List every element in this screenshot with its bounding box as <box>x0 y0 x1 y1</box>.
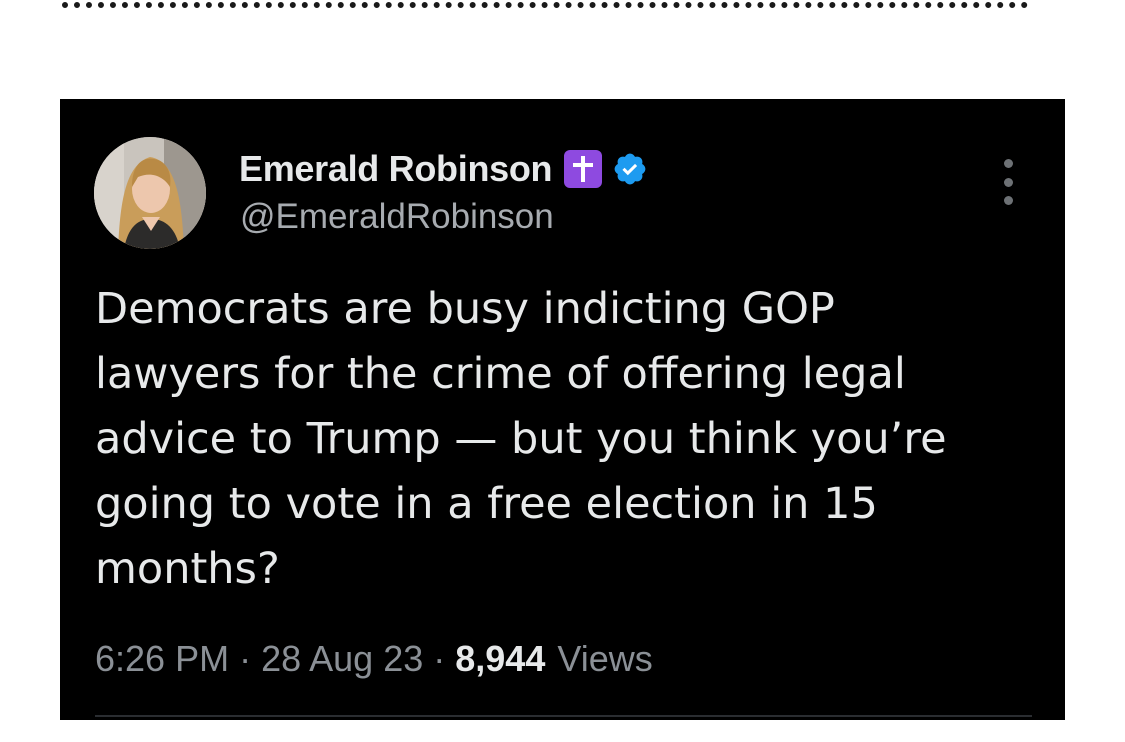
tweet-text-line: Democrats are busy indicting GOP <box>95 284 835 334</box>
meta-separator: · <box>433 638 446 679</box>
avatar[interactable] <box>94 137 206 249</box>
meta-separator: · <box>239 638 252 679</box>
tweet-date[interactable]: 28 Aug 23 <box>261 638 423 680</box>
latin-cross-icon <box>564 150 603 188</box>
author-handle[interactable]: @EmeraldRobinson <box>240 197 554 237</box>
author-display-name[interactable]: Emerald Robinson <box>239 148 553 190</box>
more-options-icon[interactable] <box>996 159 1020 205</box>
tweet-time[interactable]: 6:26 PM <box>95 638 229 680</box>
divider <box>95 715 1032 717</box>
avatar-photo <box>94 137 206 249</box>
tweet-text-line: advice to Trump — but you think you’re <box>95 414 947 464</box>
tweet-text-line: going to vote in a free election in 15 <box>95 479 878 529</box>
more-dot <box>1003 159 1013 168</box>
verified-badge-icon[interactable] <box>612 151 648 187</box>
views-label: Views <box>557 638 653 679</box>
tweet-text: Democrats are busy indicting GOP lawyers… <box>95 277 1045 602</box>
dotted-divider <box>62 0 1028 8</box>
tweet-meta: 6:26 PM · 28 Aug 23 · 8,944 Views <box>95 633 653 685</box>
tweet-text-line: lawyers for the crime of offering legal <box>95 349 906 399</box>
tweet-card: Emerald Robinson @EmeraldRobinson Democr… <box>60 99 1065 720</box>
tweet-text-line: months? <box>95 544 280 594</box>
more-dot <box>1003 177 1013 187</box>
views-count[interactable]: 8,944 <box>455 638 557 680</box>
author-name-row: Emerald Robinson <box>239 147 648 191</box>
more-dot <box>1003 196 1013 205</box>
